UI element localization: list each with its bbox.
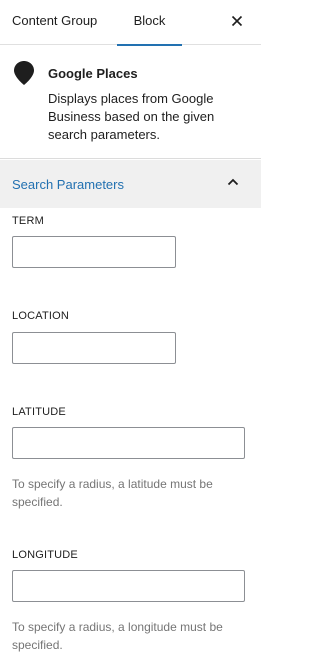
tab-block-label: Block xyxy=(133,13,166,28)
longitude-help-text: To specify a radius, a longitude must be… xyxy=(12,620,223,652)
latitude-input[interactable] xyxy=(12,427,245,459)
panel-title: Search Parameters xyxy=(12,177,124,192)
location-pin-icon xyxy=(14,61,34,85)
tab-block[interactable]: Block xyxy=(117,0,182,46)
tab-content-group[interactable]: Content Group xyxy=(12,0,97,45)
term-label: TERM xyxy=(12,215,44,227)
location-input[interactable] xyxy=(12,332,176,364)
search-parameters-panel-toggle[interactable]: Search Parameters xyxy=(0,160,261,208)
term-input[interactable] xyxy=(12,236,176,268)
longitude-input[interactable] xyxy=(12,570,245,602)
sidebar-tabs: Content Group Block xyxy=(0,0,261,46)
latitude-help-text: To specify a radius, a latitude must be … xyxy=(12,477,213,509)
longitude-label: LONGITUDE xyxy=(12,549,78,561)
location-label: LOCATION xyxy=(12,310,70,322)
latitude-label: LATITUDE xyxy=(12,406,66,418)
block-card: Google Places Displays places from Googl… xyxy=(0,45,261,159)
close-button[interactable] xyxy=(226,10,248,32)
chevron-up-icon[interactable] xyxy=(226,175,240,189)
block-description: Displays places from Google Business bas… xyxy=(48,91,215,142)
close-icon xyxy=(231,15,243,27)
block-title: Google Places xyxy=(48,66,138,81)
